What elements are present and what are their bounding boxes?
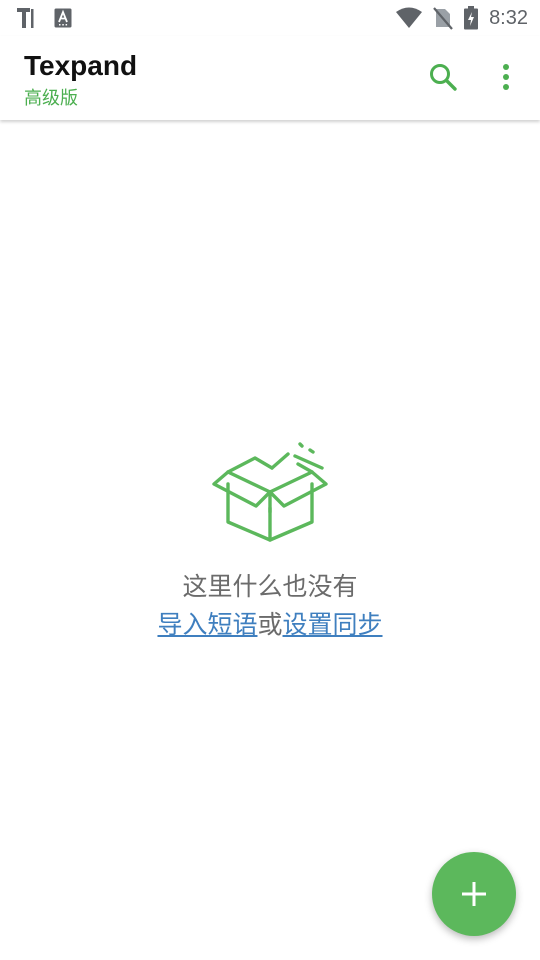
empty-actions: 导入短语或设置同步 [0,608,540,642]
search-button[interactable] [420,54,466,100]
app-title: Texpand [24,50,138,81]
app-subtitle: 高级版 [24,88,78,109]
no-sim-icon [433,7,453,30]
empty-message: 这里什么也没有 [182,572,358,601]
wifi-icon [396,7,423,28]
accessibility-a-icon [54,8,72,28]
more-vert-icon [503,64,509,90]
battery-charging-icon [464,6,479,30]
status-time: 8:32 [489,7,528,29]
open-box-icon [212,442,328,542]
plus-icon [462,882,486,906]
import-phrases-link[interactable]: 导入短语 [157,610,257,639]
texpand-notification-icon [17,8,34,28]
connector-text: 或 [257,610,283,639]
status-bar-right: 8:32 [395,4,528,32]
status-bar-left [16,6,72,30]
app-bar: Texpand 高级版 [0,36,540,120]
empty-state: 这里什么也没有 导入短语或设置同步 [0,428,540,642]
status-bar: 8:32 [0,0,540,36]
screen: 8:32 Texpand 高级版 这里什么也没有 导入短语或设置同步 [0,0,540,960]
more-options-button[interactable] [486,54,526,100]
search-icon [430,64,457,91]
add-phrase-button[interactable] [432,852,516,936]
setup-sync-link[interactable]: 设置同步 [283,610,383,639]
